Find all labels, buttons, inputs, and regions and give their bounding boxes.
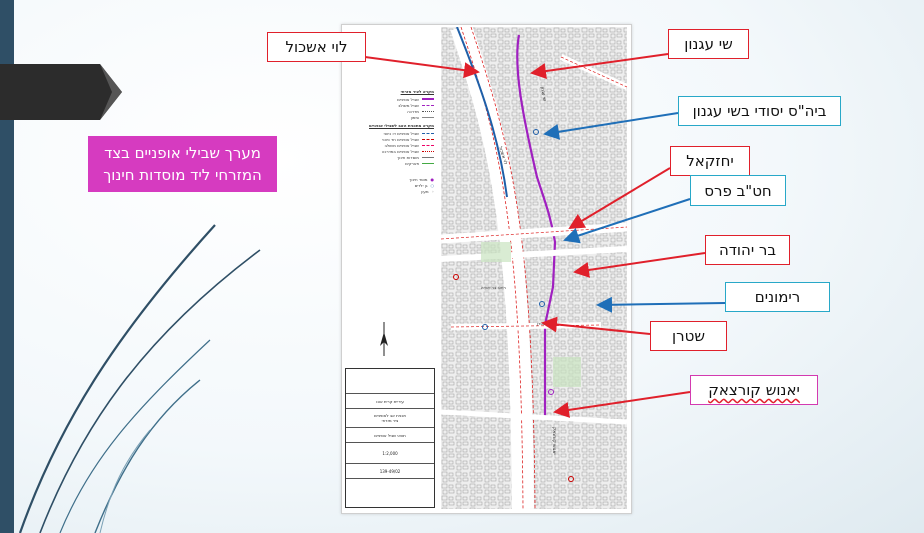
main-note-line2: המזרחי ליד מוסדות חינוך [103,166,262,184]
main-note-line1: מערך שבילי אופניים בצד [104,144,261,162]
kindergarten-icon: ○ [430,182,435,188]
title-block-number: 139-49/02 [346,464,434,479]
legend-item: שביל אופניים במדרכה [381,148,419,154]
legend-item: שביל משולב [398,102,419,108]
callout-bar-yehuda: בר יהודה [705,235,790,265]
legend-item: גן ילדים [414,182,428,188]
legend-item: שביל אופניים חד כיווני [382,136,419,142]
callout-label: בר יהודה [718,241,777,259]
callout-label: יחזקאל [686,152,734,170]
title-block-scale: 1:2,000 [382,450,398,456]
street-label-korczak: יאנוש קורצאק [551,427,556,455]
legend-title-2: מקרא מתכנית האב לשבילי אופניים [369,123,434,128]
street-label-bar-yehuda: רחוב בר יהודה [481,285,506,290]
legend-item: פארקים [405,160,419,166]
callout-yehezkel: יחזקאל [670,146,750,176]
legend-item: שביל אופניים משולב [384,142,419,148]
callout-label: שי עגנון [684,35,733,53]
title-block-company: עיריית קרית אונו [346,394,434,409]
title-block-subject: ציר מזרחי [381,418,399,423]
callout-label: לוי אשכול [285,38,348,56]
callout-label: רימונים [754,288,801,306]
section-arrow-tab [0,64,122,120]
title-block-drawing: תוואי שביל אופניים [346,428,434,443]
map-drawing: לוי אשכול שי עגנון רחוב שטרן רחוב בר יהו… [441,27,627,509]
legend-item: שביל אופניים דו כיווני [383,130,419,136]
callout-janusz-korczak: יאנוש קורצאק [690,375,818,405]
main-note-box: מערך שבילי אופניים בצד המזרחי ליד מוסדות… [88,136,277,192]
street-label-shteren: רחוב שטרן [537,321,555,326]
daycare-icon: ◦ [431,188,434,194]
school-icon: ● [430,176,435,182]
callout-levi-eshkol: לוי אשכול [267,32,366,62]
legend-item: מוסד חינוך [409,176,428,182]
legend-item: מדרכה [407,108,419,114]
north-arrow-icon [380,322,388,356]
callout-label: ביה"ס יסודי בשי עגנון [692,102,827,120]
callout-hatav-pras: חט"ב פרס [690,175,786,206]
slide: מערך שבילי אופניים בצד המזרחי ליד מוסדות… [0,0,924,533]
map-legend: מקרא לציר מזרחי שביל אופניים שביל משולב … [346,86,434,194]
legend-title-1: מקרא לציר מזרחי [400,89,434,94]
map-title-block: עיריית קרית אונו תכנית אב לאופניים ציר מ… [345,368,435,508]
callout-label: שטרן [672,327,705,345]
callout-school-shai-agnon: ביה"ס יסודי בשי עגנון [678,96,841,126]
callout-shteren: שטרן [650,321,727,351]
map-image: לוי אשכול שי עגנון רחוב שטרן רחוב בר יהו… [441,27,627,509]
legend-item: סימון [410,114,419,120]
legend-item: מעון [421,188,429,194]
legend-item: שביל אופניים [397,96,419,102]
callout-label: חט"ב פרס [704,181,772,200]
callout-rimonim: רימונים [725,282,830,312]
legend-item: מוסדות חינוך [397,154,419,160]
callout-label: יאנוש קורצאק [708,381,800,399]
callout-shai-agnon: שי עגנון [668,29,749,59]
